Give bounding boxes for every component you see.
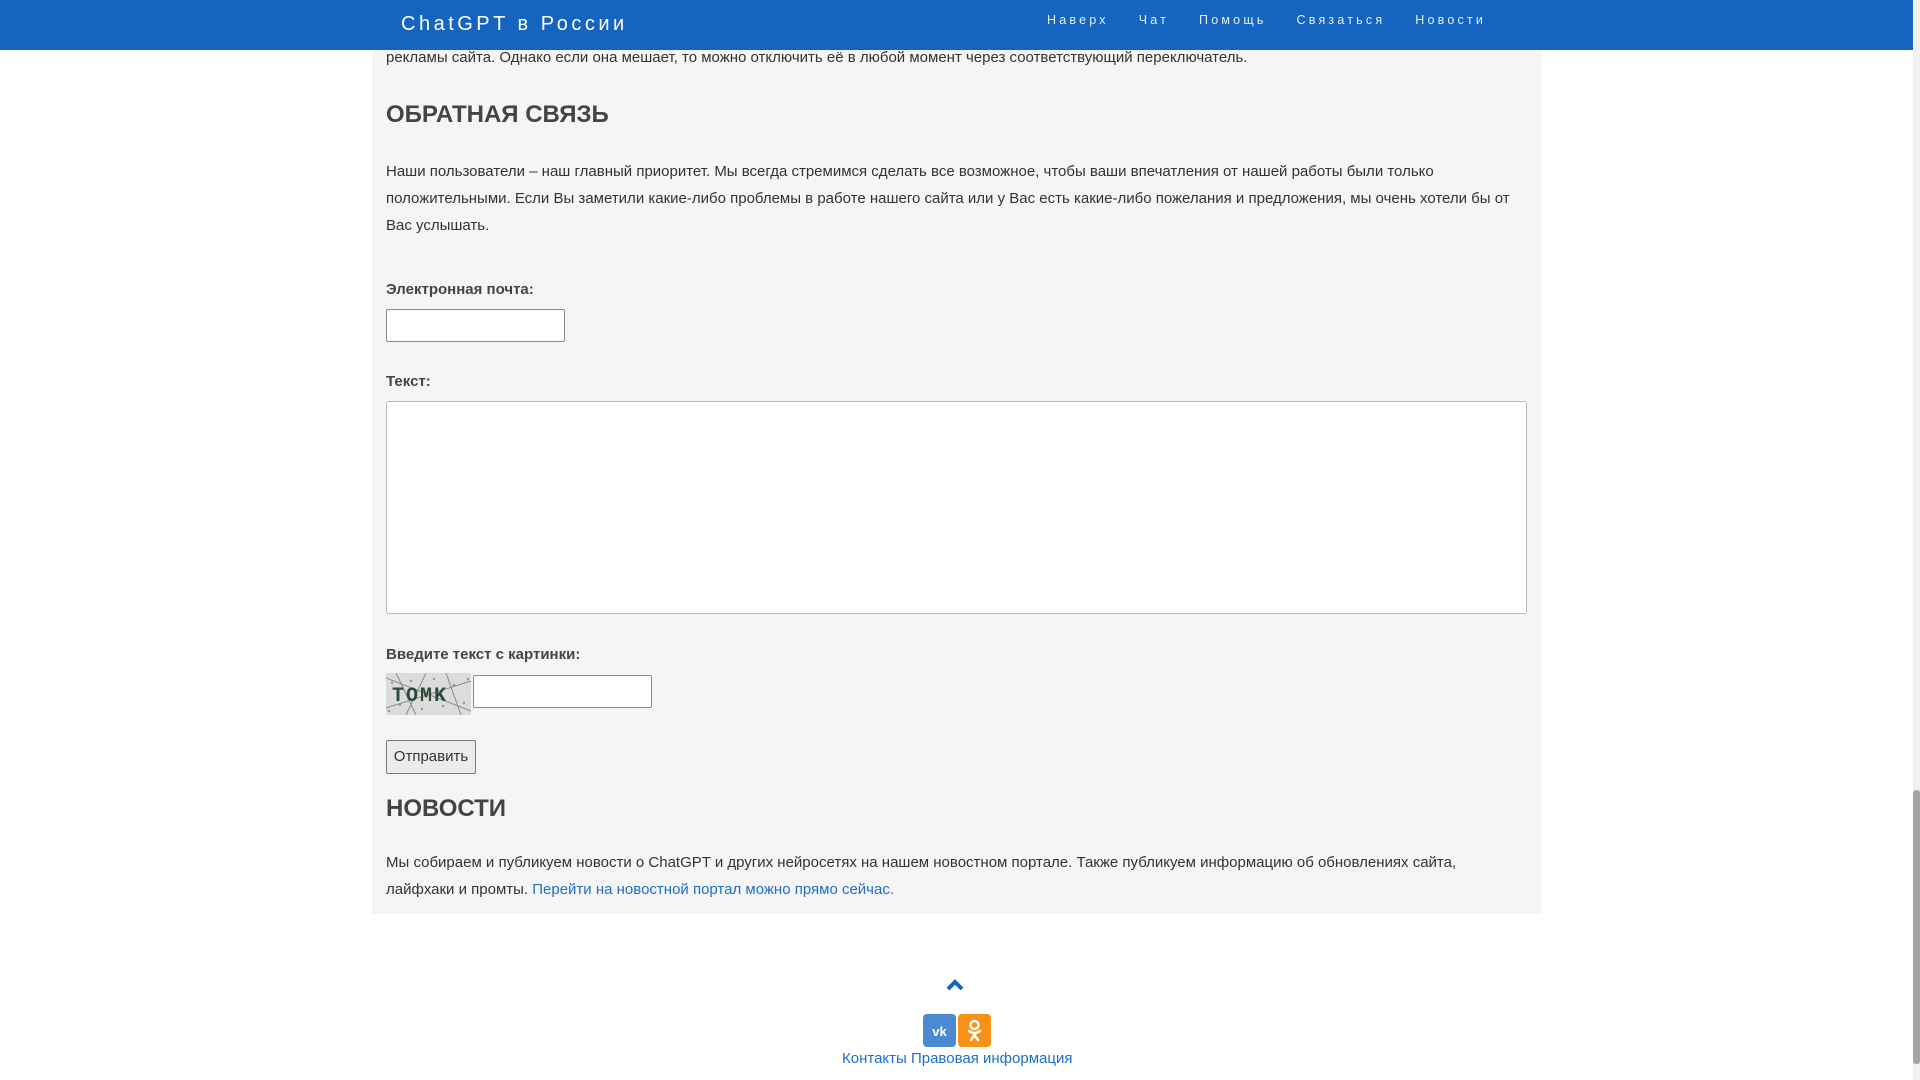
footer-legal-link[interactable]: Правовая информация [911,1050,1072,1067]
nav-link-top[interactable]: Наверх [1047,12,1109,28]
captcha-field[interactable] [473,675,652,708]
email-field[interactable] [386,309,565,342]
nav-link-help[interactable]: Помощь [1199,12,1266,28]
footer-contacts-link[interactable]: Контакты [842,1050,907,1067]
svg-text:vk: vk [932,1024,947,1039]
site-brand[interactable]: ChatGPT в России [401,13,628,36]
message-textarea[interactable] [386,401,1527,614]
footer-links: Контакты Правовая информация [842,1050,1072,1067]
captcha-label: Введите текст с картинки: [386,646,581,663]
nav-menu: Наверх Чат Помощь Связаться Новости [1047,12,1516,28]
nav-link-chat[interactable]: Чат [1139,12,1169,28]
text-label: Текст: [386,373,431,390]
scroll-to-top-icon[interactable] [945,978,965,992]
news-description: Мы собираем и публикуем новости о ChatGP… [386,849,1516,903]
content-card: рекламы сайта. Однако если она мешает, т… [372,0,1542,914]
scrollbar[interactable] [1913,0,1920,1080]
news-heading: НОВОСТИ [386,795,507,822]
news-portal-link[interactable]: Перейти на новостной портал можно прямо … [532,881,894,898]
nav-link-contact[interactable]: Связаться [1297,12,1386,28]
vk-icon[interactable]: vk [923,1014,956,1047]
nav-link-news[interactable]: Новости [1415,12,1486,28]
email-label: Электронная почта: [386,281,534,298]
feedback-heading: ОБРАТНАЯ СВЯЗЬ [386,101,609,128]
captcha-text: TOMK [392,685,448,708]
captcha-image: TOMK [386,673,471,715]
odnoklassniki-icon[interactable] [958,1014,991,1047]
submit-button[interactable]: Отправить [386,740,476,774]
feedback-description: Наши пользователи – наш главный приорите… [386,163,1510,234]
top-navbar: ChatGPT в России Наверх Чат Помощь Связа… [0,0,1913,50]
scrollbar-thumb[interactable] [1913,790,1920,1064]
